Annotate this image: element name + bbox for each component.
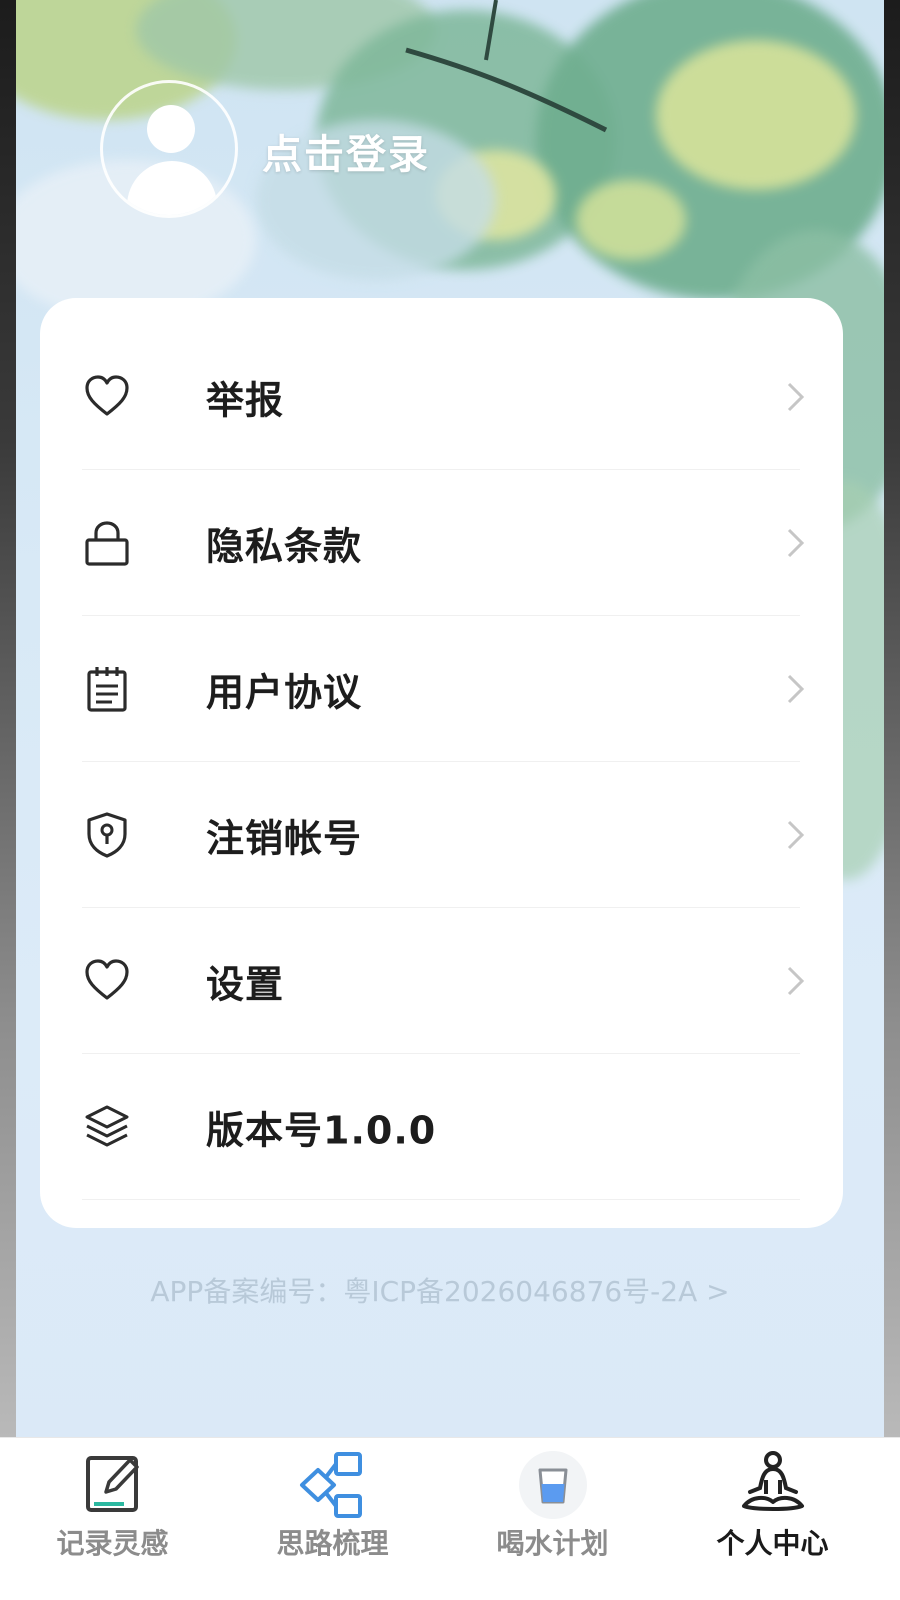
menu-card: 举报 隐私条款 用户协议 注销帐号 设置 版本号1.0.0 xyxy=(40,298,843,1228)
tab-mind-mapping[interactable]: 思路梳理 xyxy=(220,1438,445,1600)
chevron-right-icon xyxy=(787,528,805,557)
tab-label: 思路梳理 xyxy=(276,1527,389,1560)
tab-water-plan[interactable]: 喝水计划 xyxy=(440,1438,665,1600)
bottom-tab-bar: 记录灵感 思路梳理 喝水计划 个人中心 xyxy=(0,1437,900,1600)
notepad-icon xyxy=(87,666,127,712)
tab-personal-center[interactable]: 个人中心 xyxy=(660,1438,885,1600)
lock-icon xyxy=(85,520,129,566)
shield-keyhole-icon xyxy=(87,811,127,858)
menu-item-user-agreement[interactable]: 用户协议 xyxy=(82,616,805,762)
tab-label: 记录灵感 xyxy=(56,1527,169,1560)
menu-item-label: 注销帐号 xyxy=(206,816,363,860)
menu-item-label: 举报 xyxy=(206,378,285,422)
water-cup-icon xyxy=(518,1451,587,1519)
tab-record-inspiration[interactable]: 记录灵感 xyxy=(0,1438,225,1600)
chevron-right-icon xyxy=(787,820,805,849)
tab-label: 喝水计划 xyxy=(496,1527,609,1560)
menu-item-label: 用户协议 xyxy=(206,670,363,714)
chevron-right-icon xyxy=(787,382,805,411)
icp-record-link[interactable]: APP备案编号：粤ICP备2026046876号-2A > xyxy=(0,1270,880,1310)
menu-item-privacy-policy[interactable]: 隐私条款 xyxy=(82,470,805,616)
tab-label: 个人中心 xyxy=(716,1527,829,1560)
meditation-person-icon xyxy=(741,1451,804,1511)
menu-item-report[interactable]: 举报 xyxy=(82,324,805,470)
menu-item-label: 隐私条款 xyxy=(206,524,363,568)
edit-note-icon xyxy=(85,1456,139,1512)
branch-decoration xyxy=(405,0,608,133)
heart-icon xyxy=(85,374,129,416)
menu-item-label: 设置 xyxy=(206,962,285,1006)
avatar-head xyxy=(147,105,195,153)
chevron-right-icon xyxy=(787,966,805,995)
login-button[interactable]: 点击登录 xyxy=(262,122,430,180)
heart-icon xyxy=(85,958,129,1000)
menu-item-label: 版本号1.0.0 xyxy=(206,1108,437,1152)
layers-icon xyxy=(85,1105,129,1146)
mind-map-icon xyxy=(299,1452,362,1518)
avatar-body xyxy=(127,161,217,215)
chevron-right-icon xyxy=(787,674,805,703)
screen-edge-right xyxy=(884,0,900,1466)
menu-item-delete-account[interactable]: 注销帐号 xyxy=(82,762,805,908)
avatar[interactable] xyxy=(100,80,238,218)
screen-edge-left xyxy=(0,0,16,1466)
menu-item-version: 版本号1.0.0 xyxy=(82,1054,800,1200)
menu-item-settings[interactable]: 设置 xyxy=(82,908,805,1054)
